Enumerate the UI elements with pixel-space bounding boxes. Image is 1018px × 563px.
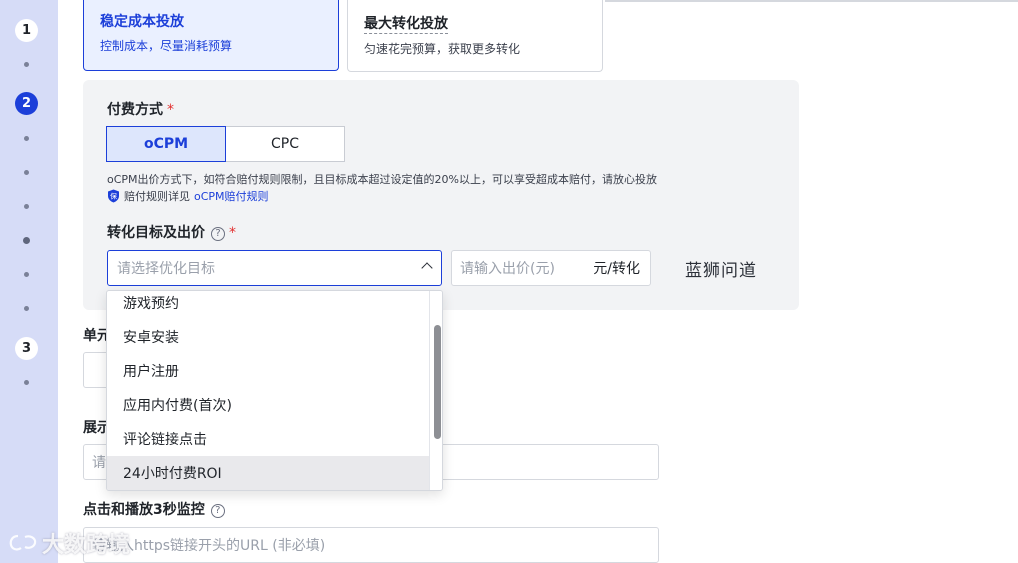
step-dot-current: [23, 237, 30, 244]
scrollbar-thumb[interactable]: [434, 325, 441, 439]
bid-input[interactable]: 请输入出价(元) 元/转化: [451, 250, 651, 286]
strategy-card-stable-cost[interactable]: 稳定成本投放 控制成本，尽量消耗预算: [83, 0, 339, 71]
dropdown-option[interactable]: 游戏预约: [107, 291, 429, 320]
target-label-text: 转化目标及出价: [107, 225, 205, 241]
step-dot: [24, 272, 29, 277]
step-dot: [24, 136, 29, 141]
monitor-label: 点击和播放3秒监控?: [83, 499, 225, 519]
payment-label-text: 付费方式: [107, 102, 163, 118]
optimization-target-select[interactable]: 请选择优化目标: [107, 250, 442, 286]
help-icon[interactable]: ?: [211, 226, 225, 241]
select-placeholder: 请选择优化目标: [117, 261, 215, 277]
bid-placeholder: 请输入出价(元): [460, 261, 555, 277]
dropdown-option[interactable]: 安卓安装: [107, 320, 429, 354]
optimization-target-dropdown: 游戏预约 安卓安装 用户注册 应用内付费(首次) 评论链接点击 24小时付费RO…: [106, 290, 443, 491]
step-dot: [24, 204, 29, 209]
display-placeholder: 请: [92, 455, 106, 471]
bidding-panel: 付费方式 * oCPM CPC oCPM出价方式下，如符合赔付规则限制，且目标成本…: [83, 80, 799, 310]
brand-watermark: 蓝狮问道: [685, 261, 757, 281]
chevron-up-icon[interactable]: [421, 262, 433, 274]
compensation-rule: 保 赔付规则详见 oCPM赔付规则: [107, 188, 269, 204]
step-1[interactable]: 1: [15, 19, 38, 42]
rule-prefix: 赔付规则详见: [124, 190, 190, 203]
required-mark: *: [167, 102, 174, 118]
top-divider: [605, 0, 1018, 2]
strategy-subtitle: 控制成本，尽量消耗预算: [100, 39, 233, 53]
strategy-card-max-conversion[interactable]: 最大转化投放 匀速花完预算，获取更多转化: [347, 0, 603, 72]
overlay-watermark: 大数跨境: [8, 527, 130, 559]
payment-label: 付费方式 *: [107, 99, 174, 119]
payment-option-cpc[interactable]: CPC: [226, 126, 345, 162]
step-3[interactable]: 3: [15, 337, 38, 360]
required-mark: *: [229, 225, 236, 241]
monitor-url-input[interactable]: 请输入https链接开头的URL (非必填): [83, 527, 659, 563]
dropdown-option[interactable]: 用户注册: [107, 354, 429, 388]
dropdown-scrollbar[interactable]: [429, 291, 442, 490]
strategy-title: 最大转化投放: [364, 16, 448, 34]
payment-option-ocpm[interactable]: oCPM: [106, 126, 226, 162]
ad-setup-page: 1 2 3 稳定成本投放 控制成本，尽量消耗预算 最大转化投放 匀速花完预算，获…: [0, 0, 1018, 563]
dropdown-option[interactable]: 评论链接点击: [107, 422, 429, 456]
monitor-label-text: 点击和播放3秒监控: [83, 502, 205, 518]
watermark-text: 大数跨境: [42, 533, 131, 558]
target-label: 转化目标及出价? *: [107, 222, 236, 242]
step-dot: [24, 170, 29, 175]
shield-icon: 保: [108, 189, 119, 203]
watermark-logo-icon: [9, 534, 37, 551]
step-dot: [24, 306, 29, 311]
step-dot: [24, 380, 29, 385]
bid-unit: 元/转化: [593, 261, 640, 277]
svg-text:保: 保: [110, 192, 117, 201]
step-rail: 1 2 3: [0, 0, 58, 563]
dropdown-option[interactable]: 应用内付费(首次): [107, 388, 429, 422]
ocpm-note: oCPM出价方式下，如符合赔付规则限制，且目标成本超过设定值的20%以上，可以享…: [107, 173, 657, 186]
dropdown-option-hovered[interactable]: 24小时付费ROI: [107, 456, 429, 490]
strategy-subtitle: 匀速花完预算，获取更多转化: [364, 42, 521, 56]
step-2[interactable]: 2: [15, 92, 38, 115]
step-dot: [24, 62, 29, 67]
help-icon[interactable]: ?: [210, 503, 225, 518]
rule-link[interactable]: oCPM赔付规则: [194, 188, 269, 204]
strategy-title: 稳定成本投放: [100, 14, 184, 30]
